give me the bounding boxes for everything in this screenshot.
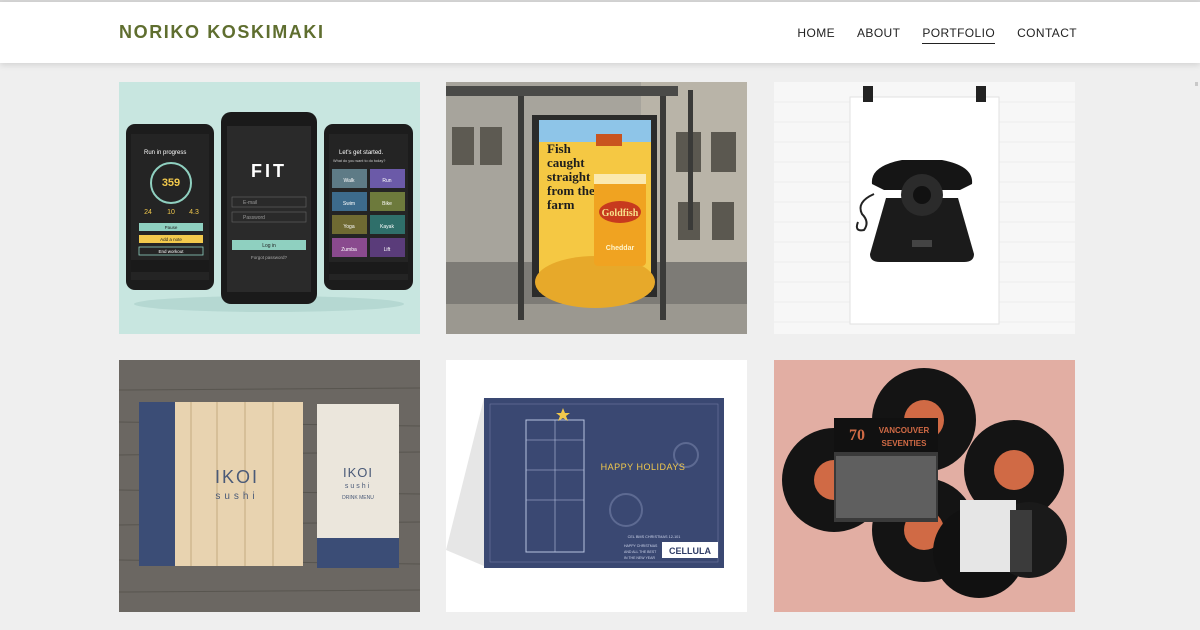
telephone-poster-image (774, 82, 1075, 334)
holiday-note-line: AND ALL THE BEST (624, 550, 657, 554)
fit-activity-label: Lift (384, 247, 391, 253)
holiday-card-image: HAPPY HOLIDAYS CEL BMS CHRISTMAS 12-101 … (446, 360, 747, 612)
fit-button-label: Add a note (160, 237, 182, 242)
nav-home[interactable]: HOME (797, 26, 835, 44)
ikoi-menu-image: IKOI sushi IKOI sushi DRINK MENU (119, 360, 420, 612)
vinyl-title-1: VANCOUVER (879, 426, 930, 435)
goldfish-flavor: Cheddar (606, 245, 635, 252)
portfolio-item-holiday-card[interactable]: HAPPY HOLIDAYS CEL BMS CHRISTMAS 12-101 … (446, 360, 747, 612)
fit-screen3-title: Let's get started. (339, 150, 384, 156)
holiday-code: CEL BMS CHRISTMAS 12-101 (628, 535, 681, 539)
scroll-indicator (1195, 82, 1198, 86)
fit-activity-label: Run (382, 178, 391, 184)
fit-field-label: Password (243, 215, 265, 221)
fit-screen3-prompt: What do you want to do today? (333, 159, 385, 163)
goldfish-headline-line: straight (547, 169, 591, 184)
fit-activity-label: Zumba (341, 247, 357, 253)
portfolio-item-telephone-poster[interactable] (774, 82, 1075, 334)
fit-activity-label: Swim (343, 201, 355, 207)
fit-login-label: Log in (262, 243, 276, 249)
fit-stat: 24 (144, 209, 152, 216)
site-header: NORIKO KOSKIMAKI HOME ABOUT PORTFOLIO CO… (0, 2, 1200, 63)
ikoi-menu-label: DRINK MENU (342, 495, 374, 501)
goldfish-brand: Goldfish (602, 208, 639, 219)
goldfish-headline-line: Fish (547, 141, 572, 156)
fit-activity-label: Kayak (380, 224, 394, 230)
goldfish-headline-line: caught (547, 155, 585, 170)
ikoi-logo: IKOI (215, 467, 259, 487)
vinyl-image: 70 VANCOUVER SEVENTIES (774, 360, 1075, 612)
nav-about[interactable]: ABOUT (857, 26, 900, 44)
ikoi-logo-small: IKOI (343, 465, 373, 480)
fit-button-label: End workout (158, 249, 184, 254)
portfolio-item-goldfish-ad[interactable]: Fish caught straight from the farm Goldf… (446, 82, 747, 334)
fit-button-label: Pause (165, 225, 178, 230)
fit-stat: 4.3 (189, 209, 199, 216)
portfolio-item-vinyl[interactable]: 70 VANCOUVER SEVENTIES (774, 360, 1075, 612)
goldfish-ad-image: Fish caught straight from the farm Goldf… (446, 82, 747, 334)
fit-screen1-count: 359 (162, 177, 180, 189)
vinyl-title-2: SEVENTIES (882, 439, 928, 448)
holiday-note-line: IN THE NEW YEAR (624, 556, 655, 560)
nav-portfolio[interactable]: PORTFOLIO (922, 26, 996, 44)
portfolio-item-fit-app[interactable]: Run in progress 359 24 10 4.3 Pause Add … (119, 82, 420, 334)
fit-logo: FIT (251, 161, 287, 181)
fit-activity-label: Walk (344, 178, 355, 184)
fit-stat: 10 (167, 209, 175, 216)
holiday-note-line: HAPPY CHRISTMAS (624, 544, 658, 548)
ikoi-sub-small: sushi (345, 483, 371, 490)
site-brand[interactable]: NORIKO KOSKIMAKI (119, 22, 325, 43)
vinyl-number: 70 (849, 427, 865, 444)
ikoi-sub: sushi (215, 491, 258, 502)
fit-app-image: Run in progress 359 24 10 4.3 Pause Add … (119, 82, 420, 334)
nav-contact[interactable]: CONTACT (1017, 26, 1077, 44)
fit-forgot-link: Forgot password? (251, 255, 288, 260)
holiday-brand: CELLULA (669, 546, 711, 556)
fit-activity-label: Yoga (343, 224, 354, 230)
goldfish-headline-line: farm (547, 197, 575, 212)
fit-screen1-title: Run in progress (144, 150, 186, 156)
goldfish-headline-line: from the (547, 183, 595, 198)
holiday-greeting: HAPPY HOLIDAYS (601, 462, 686, 472)
fit-field-label: E-mail (243, 200, 257, 206)
portfolio-item-ikoi-menu[interactable]: IKOI sushi IKOI sushi DRINK MENU (119, 360, 420, 612)
fit-activity-label: Bike (382, 201, 392, 207)
main-nav: HOME ABOUT PORTFOLIO CONTACT (797, 26, 1077, 44)
